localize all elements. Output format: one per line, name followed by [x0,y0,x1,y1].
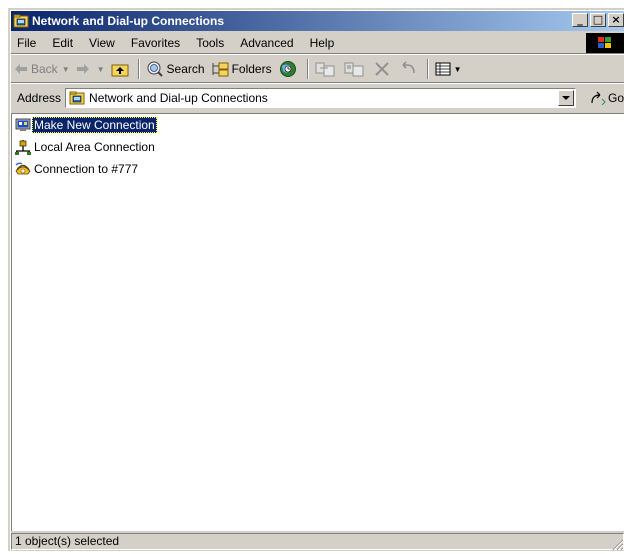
maximize-button[interactable]: □ [590,13,606,27]
back-button[interactable]: Back ▼ [11,58,73,80]
address-bar: Address Network and Dial-up Connections … [11,85,624,111]
explorer-window: Network and Dial-up Connections _ □ × Fi… [8,8,624,551]
menu-bar: File Edit View Favorites Tools Advanced … [11,33,624,55]
menu-file[interactable]: File [11,34,44,52]
move-to-icon [315,60,335,78]
menu-view[interactable]: View [81,34,123,52]
views-button[interactable]: ▼ [432,58,465,80]
address-value: Network and Dial-up Connections [89,91,268,105]
toolbar-separator [426,59,429,79]
window-title: Network and Dial-up Connections [32,14,225,28]
folders-icon [211,61,229,77]
menu-favorites[interactable]: Favorites [123,34,188,52]
item-label: Local Area Connection [34,140,155,154]
toolbar-separator [306,59,309,79]
folders-label: Folders [231,62,272,76]
forward-arrow-icon [76,63,90,75]
address-dropdown-button[interactable] [557,90,574,106]
search-label: Search [166,62,205,76]
forward-button[interactable]: ▼ [73,58,108,80]
go-arrow-icon [590,91,606,105]
menu-edit[interactable]: Edit [44,34,81,52]
up-folder-button[interactable] [108,58,135,80]
move-to-button[interactable] [312,58,341,80]
search-icon [146,61,164,77]
address-input[interactable]: Network and Dial-up Connections [65,88,576,108]
views-dropdown-icon[interactable]: ▼ [454,65,462,74]
file-list-view[interactable]: Make New Connection Local Area Connectio… [11,113,624,531]
copy-to-button[interactable] [341,58,370,80]
status-text: 1 object(s) selected [11,532,624,550]
history-icon [278,60,298,78]
views-icon [435,62,451,76]
standard-toolbar: Back ▼ ▼ Search Folders ▼ [11,56,624,84]
back-dropdown-icon[interactable]: ▼ [62,65,70,74]
list-item-make-new-connection[interactable]: Make New Connection [15,116,157,134]
history-button[interactable] [275,58,304,80]
windows-logo-icon [586,33,624,53]
item-label: Make New Connection [32,117,157,133]
menu-advanced[interactable]: Advanced [232,34,301,52]
delete-icon [373,61,391,77]
menu-help[interactable]: Help [302,34,343,52]
folders-button[interactable]: Folders [208,58,275,80]
network-folder-icon [69,90,85,106]
resize-grip-icon[interactable] [610,537,624,551]
chevron-down-icon [561,95,570,100]
lan-connection-icon [15,139,31,155]
minimize-button[interactable]: _ [572,13,588,27]
forward-dropdown-icon[interactable]: ▼ [97,65,105,74]
go-label: Go [607,91,624,105]
undo-icon [400,61,418,77]
undo-button[interactable] [397,58,424,80]
search-button[interactable]: Search [143,58,208,80]
delete-button[interactable] [370,58,397,80]
item-label: Connection to #777 [34,162,139,176]
list-item-connection-to-777[interactable]: Connection to #777 [15,160,140,178]
dialup-connection-icon [15,161,31,177]
toolbar-separator [137,59,140,79]
back-label: Back [31,62,58,76]
status-bar: 1 object(s) selected [11,531,624,551]
address-label: Address [17,91,62,105]
go-button[interactable]: Go [590,91,624,105]
network-folder-icon [13,13,29,29]
close-button[interactable]: × [608,13,624,27]
make-new-connection-icon [15,117,31,133]
back-arrow-icon [14,63,28,75]
copy-to-icon [344,60,364,78]
title-bar[interactable]: Network and Dial-up Connections _ □ × [11,11,624,31]
list-item-local-area-connection[interactable]: Local Area Connection [15,138,157,156]
menu-tools[interactable]: Tools [188,34,232,52]
up-folder-icon [111,61,129,77]
